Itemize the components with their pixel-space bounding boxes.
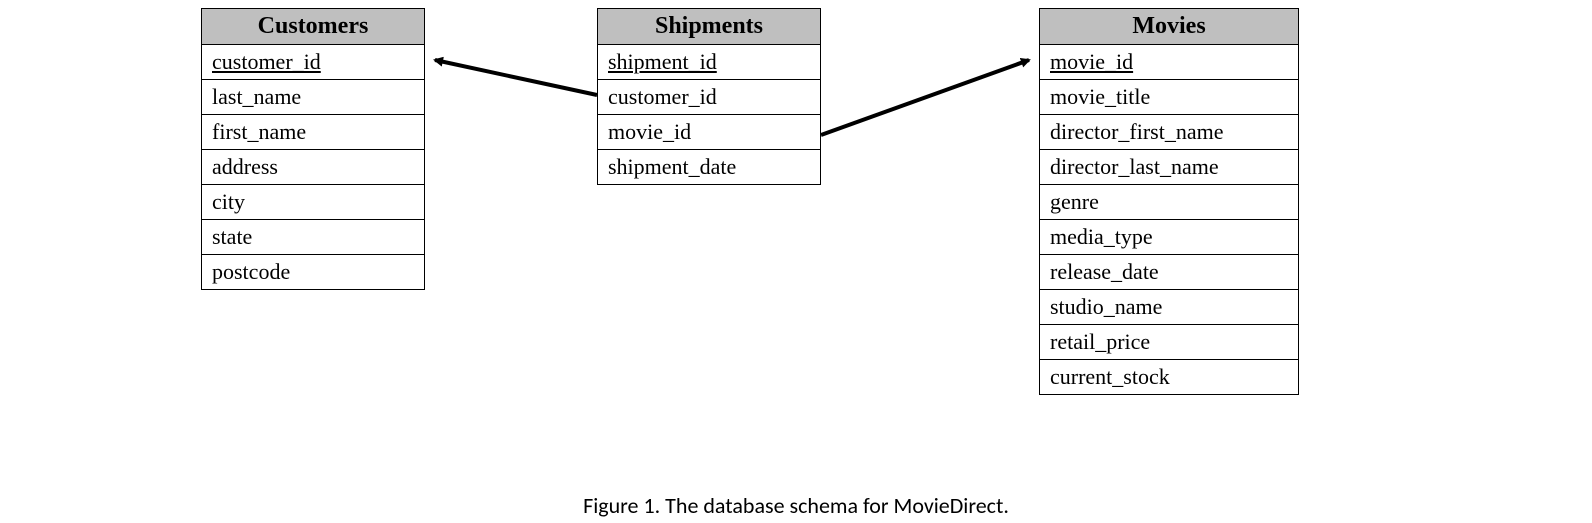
figure-caption: Figure 1. The database schema for MovieD… <box>0 492 1592 519</box>
field: current_stock <box>1040 360 1299 395</box>
field: media_type <box>1040 220 1299 255</box>
entity-shipments: Shipments shipment_id customer_id movie_… <box>597 8 821 185</box>
er-diagram: Customers customer_id last_name first_na… <box>0 0 1592 523</box>
field: genre <box>1040 185 1299 220</box>
field: address <box>202 150 425 185</box>
field: release_date <box>1040 255 1299 290</box>
field: movie_id <box>598 115 821 150</box>
fk-arrow-shipments-to-movies <box>821 60 1029 135</box>
entity-title: Customers <box>202 9 425 45</box>
field: director_last_name <box>1040 150 1299 185</box>
field: retail_price <box>1040 325 1299 360</box>
entity-title: Shipments <box>598 9 821 45</box>
field: movie_title <box>1040 80 1299 115</box>
fk-arrow-shipments-to-customers <box>435 60 597 95</box>
field: shipment_date <box>598 150 821 185</box>
field: customer_id <box>202 45 425 80</box>
field: postcode <box>202 255 425 290</box>
field: customer_id <box>598 80 821 115</box>
field: last_name <box>202 80 425 115</box>
field: state <box>202 220 425 255</box>
field: first_name <box>202 115 425 150</box>
field: shipment_id <box>598 45 821 80</box>
field: movie_id <box>1040 45 1299 80</box>
entity-movies: Movies movie_id movie_title director_fir… <box>1039 8 1299 395</box>
field: studio_name <box>1040 290 1299 325</box>
field: city <box>202 185 425 220</box>
field: director_first_name <box>1040 115 1299 150</box>
entity-customers: Customers customer_id last_name first_na… <box>201 8 425 290</box>
entity-title: Movies <box>1040 9 1299 45</box>
